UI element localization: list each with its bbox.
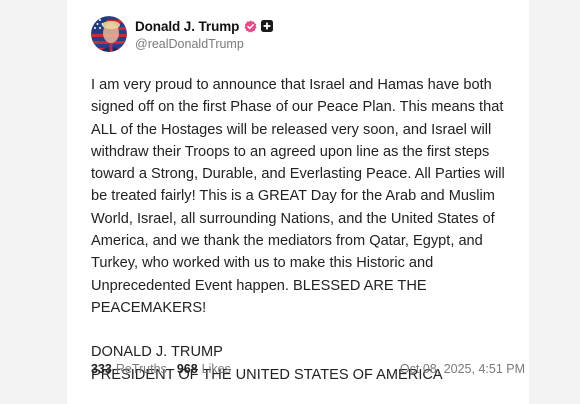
author-handle[interactable]: @realDonaldTrump	[135, 37, 273, 51]
add-icon[interactable]	[261, 20, 274, 32]
avatar[interactable]	[91, 16, 127, 52]
post-footer: 333 ReTruths 968 Likes Oct 08, 2025, 4:5…	[91, 362, 525, 376]
post-header: Donald J. Trump @realDonaldTrump	[91, 14, 529, 54]
post-body: I am very proud to announce that Israel …	[91, 77, 505, 316]
signature-name: DONALD J. TRUMP	[91, 344, 223, 361]
likes-label[interactable]: Likes	[202, 362, 231, 376]
author-display-name[interactable]: Donald J. Trump	[135, 19, 239, 34]
name-row: Donald J. Trump	[135, 17, 274, 35]
likes-count[interactable]: 968	[177, 362, 198, 376]
verified-badge-icon	[244, 19, 257, 33]
post-card: Donald J. Trump @realDonaldTrump I am ve…	[67, 0, 529, 404]
author-names: Donald J. Trump @realDonaldTrump	[135, 17, 274, 51]
retruths-label[interactable]: ReTruths	[116, 362, 167, 376]
flag-portrait-avatar-icon	[91, 16, 127, 52]
retruths-count[interactable]: 333	[91, 362, 112, 376]
post-timestamp[interactable]: Oct 08, 2025, 4:51 PM	[400, 362, 525, 376]
